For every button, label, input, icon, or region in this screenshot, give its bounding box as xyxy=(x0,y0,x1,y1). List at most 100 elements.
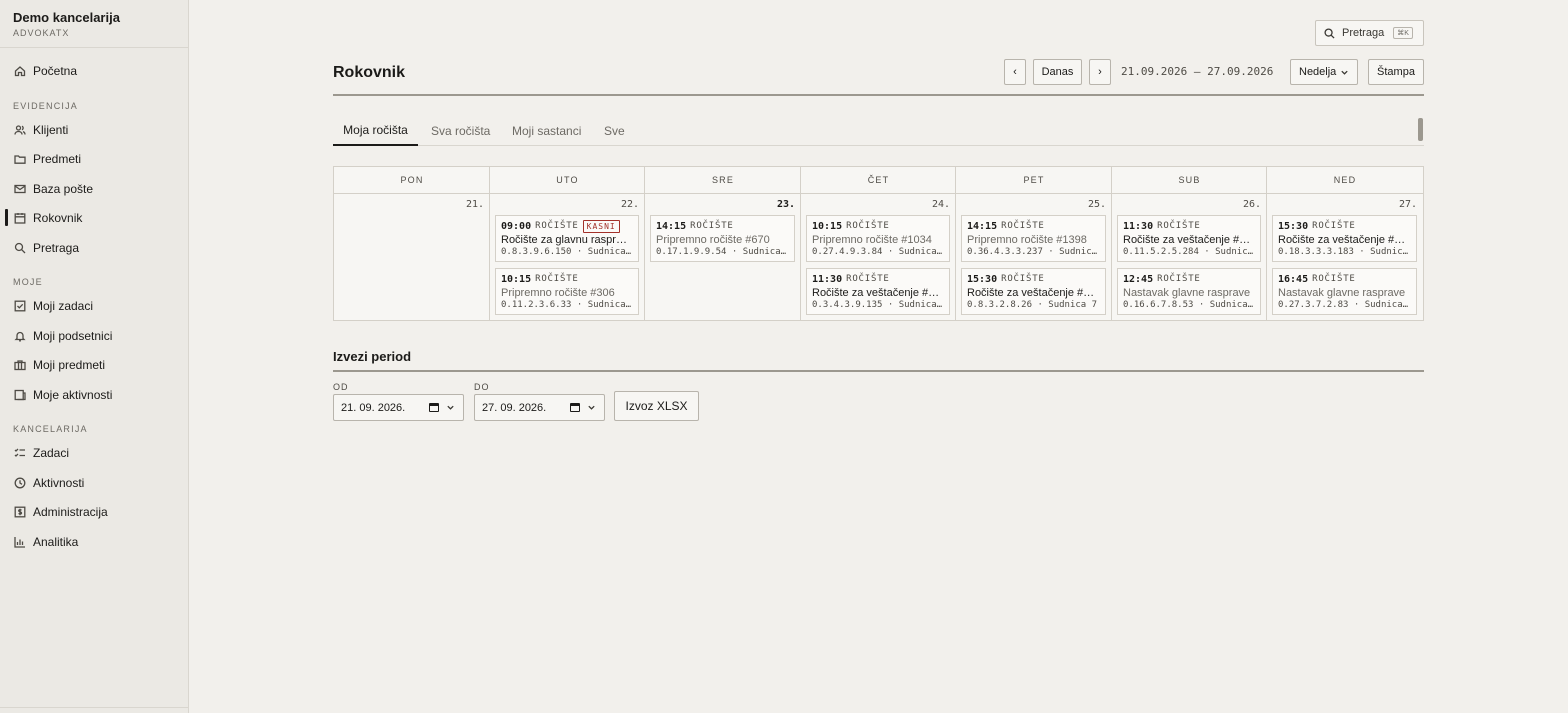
tab-moji-sastanci[interactable]: Moji sastanci xyxy=(512,115,581,146)
scrollbar-thumb[interactable] xyxy=(1418,118,1423,141)
sidebar-item-label: Moje aktivnosti xyxy=(33,388,113,402)
to-label: DO xyxy=(474,382,490,392)
bell-icon xyxy=(14,330,26,342)
event-time: 11:30 xyxy=(812,273,843,285)
sidebar-item-zadaci[interactable]: Zadaci xyxy=(0,440,188,466)
event-meta: 0.27.4.9.3.84 · Sudnica 4 xyxy=(812,247,943,257)
day-header: ČET xyxy=(801,167,956,194)
event-title: Nastavak glavne rasprave xyxy=(1123,287,1251,299)
section-kancelarija: KANCELARIJA xyxy=(13,424,88,434)
event-meta: 0.16.6.7.8.53 · Sudnica 9 xyxy=(1123,300,1254,310)
event-title: Nastavak glavne rasprave xyxy=(1278,287,1406,299)
print-button[interactable]: Štampa xyxy=(1368,59,1424,85)
calendar-icon[interactable] xyxy=(429,403,439,412)
sidebar-item-pocetna[interactable]: Početna xyxy=(0,58,188,84)
sidebar-item-label: Klijenti xyxy=(33,123,69,137)
brand: Demo kancelarija ADVOKATX xyxy=(0,0,188,48)
calendar-event[interactable]: 15:30 ROČIŠTE Ročište za veštačenje #512 0.… xyxy=(961,268,1106,315)
sidebar-item-label: Moji predmeti xyxy=(33,358,106,372)
calendar-icon[interactable] xyxy=(570,403,580,412)
event-title: Pripremno ročište #1034 xyxy=(812,234,932,246)
day-header: SRE xyxy=(645,167,801,194)
export-divider xyxy=(333,370,1424,372)
calendar-event[interactable]: 10:15 ROČIŠTE Pripremno ročište #306 0.11.2… xyxy=(495,268,639,315)
sidebar-item-predmeti[interactable]: Predmeti xyxy=(0,146,188,172)
tab-sve[interactable]: Sve xyxy=(604,115,625,146)
sidebar-item-klijenti[interactable]: Klijenti xyxy=(0,117,188,143)
event-header: 09:00 ROČIŠTE KASNI xyxy=(501,219,638,233)
tab-moja-rocista[interactable]: Moja ročišta xyxy=(333,115,418,146)
event-meta: 0.11.2.3.6.33 · Sudnica 2 xyxy=(501,300,632,310)
sidebar-item-moje-aktivnosti[interactable]: Moje aktivnosti xyxy=(0,382,188,408)
search-label: Pretraga xyxy=(1342,27,1385,39)
export-xlsx-button[interactable]: Izvoz XLSX xyxy=(614,391,699,421)
sidebar-item-label: Moji podsetnici xyxy=(33,329,113,343)
event-time: 14:15 xyxy=(656,220,687,232)
event-meta: 0.3.4.3.9.135 · Sudnica 5 xyxy=(812,300,943,310)
sidebar-item-administracija[interactable]: Administracija xyxy=(0,499,188,525)
from-date-input[interactable]: 21. 09. 2026. xyxy=(333,394,464,421)
calendar-event[interactable]: 09:00 ROČIŠTE KASNI Ročište za glavnu raspr… xyxy=(495,215,639,262)
event-header: 16:45 ROČIŠTE xyxy=(1278,273,1416,285)
sidebar-item-baza-poste[interactable]: Baza pošte xyxy=(0,176,188,202)
sidebar-item-rokovnik[interactable]: Rokovnik xyxy=(0,205,188,231)
day-date: 23. xyxy=(776,199,795,210)
event-time: 10:15 xyxy=(812,220,843,232)
to-date-input[interactable]: 27. 09. 2026. xyxy=(474,394,605,421)
sidebar-item-moji-podsetnici[interactable]: Moji podsetnici xyxy=(0,323,188,349)
event-title: Ročište za veštačenje #1203 xyxy=(1278,234,1409,246)
today-button[interactable]: Danas xyxy=(1033,59,1082,85)
prev-week-button[interactable]: ‹ xyxy=(1004,59,1026,85)
day-date: 22. xyxy=(620,199,639,210)
event-meta: 0.27.3.7.2.83 · Sudnica 11 xyxy=(1278,300,1409,310)
event-type: ROČIŠTE xyxy=(1312,274,1356,284)
event-header: 15:30 ROČIŠTE xyxy=(1278,220,1416,232)
event-title: Pripremno ročište #306 xyxy=(501,287,615,299)
event-time: 12:45 xyxy=(1123,273,1154,285)
checkbox-icon xyxy=(14,300,26,312)
activity-icon xyxy=(14,389,26,401)
calendar-event[interactable]: 10:15 ROČIŠTE Pripremno ročište #1034 0.27.… xyxy=(806,215,950,262)
clock-icon xyxy=(14,477,26,489)
next-week-button[interactable]: › xyxy=(1089,59,1111,85)
sidebar-item-moji-predmeti[interactable]: Moji predmeti xyxy=(0,352,188,378)
calendar-event[interactable]: 14:15 ROČIŠTE Pripremno ročište #1398 0.36.… xyxy=(961,215,1106,262)
sidebar-item-label: Moji zadaci xyxy=(33,299,94,313)
header-divider xyxy=(333,94,1424,96)
sidebar-item-analitika[interactable]: Analitika xyxy=(0,529,188,555)
calendar-event[interactable]: 11:30 ROČIŠTE Ročište za veštačenje #1112 0… xyxy=(806,268,950,315)
calendar-event[interactable]: 11:30 ROČIŠTE Ročište za veštačenje #945 0.… xyxy=(1117,215,1261,262)
day-date: 26. xyxy=(1242,199,1261,210)
view-select-value: Nedelja xyxy=(1299,66,1337,78)
column-divider xyxy=(644,167,645,320)
calendar-event[interactable]: 15:30 ROČIŠTE Ročište za veštačenje #1203 0… xyxy=(1272,215,1417,262)
from-date-value: 21. 09. 2026. xyxy=(341,401,406,414)
from-label: OD xyxy=(333,382,349,392)
event-meta: 0.8.3.2.8.26 · Sudnica 7 xyxy=(967,300,1098,310)
sidebar-item-label: Pretraga xyxy=(33,241,80,255)
sidebar-item-label: Početna xyxy=(33,64,78,78)
chevron-down-icon xyxy=(587,403,596,415)
view-select[interactable]: Nedelja xyxy=(1290,59,1358,85)
sidebar-item-pretraga[interactable]: Pretraga xyxy=(0,235,188,261)
sidebar-item-moji-zadaci[interactable]: Moji zadaci xyxy=(0,293,188,319)
calendar-event[interactable]: 14:15 ROČIŠTE Pripremno ročište #670 0.17.1… xyxy=(650,215,795,262)
event-title: Ročište za veštačenje #945 xyxy=(1123,234,1254,246)
search-icon xyxy=(1324,27,1335,39)
event-header: 11:30 ROČIŠTE xyxy=(1123,220,1260,232)
section-evidencija: EVIDENCIJA xyxy=(13,101,79,111)
event-meta: 0.18.3.3.3.183 · Sudnica 10 xyxy=(1278,247,1409,257)
column-divider xyxy=(955,167,956,320)
search-button[interactable]: Pretraga ⌘K xyxy=(1315,20,1424,46)
event-type: ROČIŠTE xyxy=(1157,274,1201,284)
mail-icon xyxy=(14,183,26,195)
event-meta: 0.8.3.9.6.150 · Sudnica 1 xyxy=(501,247,632,257)
event-type: ROČIŠTE xyxy=(535,274,579,284)
calendar-event[interactable]: 16:45 ROČIŠTE Nastavak glavne rasprave 0.27… xyxy=(1272,268,1417,315)
calendar-event[interactable]: 12:45 ROČIŠTE Nastavak glavne rasprave 0.16… xyxy=(1117,268,1261,315)
tab-sva-rocista[interactable]: Sva ročišta xyxy=(431,115,490,146)
sidebar-item-aktivnosti[interactable]: Aktivnosti xyxy=(0,470,188,496)
shortcut-badge: ⌘K xyxy=(1393,27,1413,39)
date-range: 21.09.2026 — 27.09.2026 xyxy=(1121,65,1274,78)
event-header: 11:30 ROČIŠTE xyxy=(812,273,949,285)
